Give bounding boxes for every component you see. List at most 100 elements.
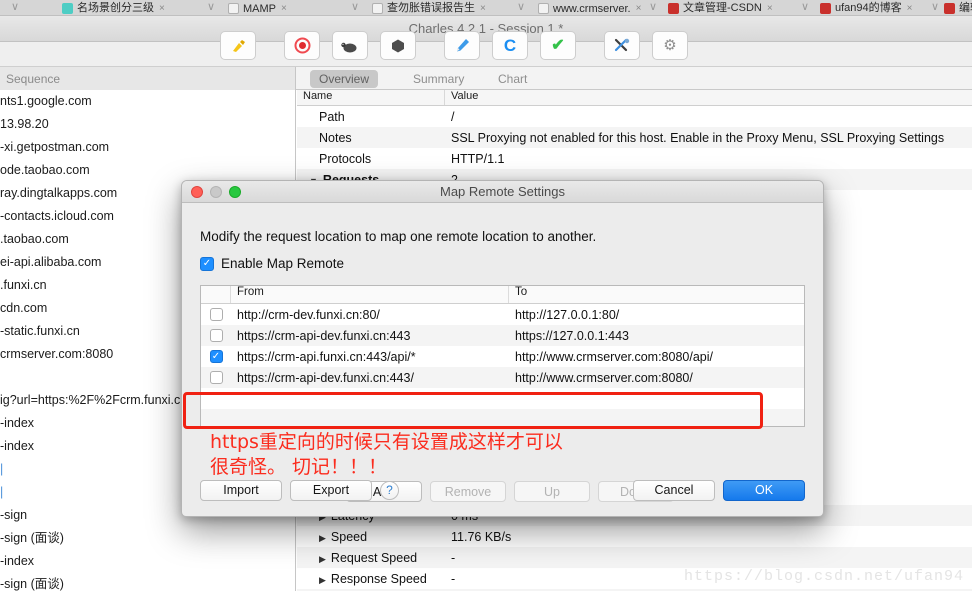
tab-overview[interactable]: Overview — [310, 70, 379, 88]
throttle-turtle-icon[interactable] — [332, 31, 368, 60]
enable-map-remote-row[interactable]: ✓ Enable Map Remote — [200, 256, 805, 271]
tab-separator: ∨ — [206, 1, 216, 13]
list-item[interactable]: 13.98.20 — [0, 113, 295, 136]
table-row[interactable]: Protocols HTTP/1.1 — [297, 148, 972, 169]
dialog-body: Modify the request location to map one r… — [182, 229, 823, 502]
row-checkbox-cell[interactable]: ✓ — [201, 350, 231, 363]
csdn-icon — [944, 3, 955, 14]
dialog-titlebar: Map Remote Settings — [182, 181, 823, 203]
close-icon[interactable]: × — [159, 3, 165, 14]
breakpoints-icon[interactable] — [380, 31, 416, 60]
enable-map-remote-checkbox[interactable]: ✓ — [200, 256, 214, 271]
footer-right-group: Cancel OK — [633, 479, 805, 501]
row-name: ▶ Response Speed — [297, 572, 445, 586]
row-checkbox-cell[interactable] — [201, 371, 231, 384]
table-row-empty[interactable] — [201, 388, 804, 409]
row-checkbox[interactable] — [209, 308, 223, 321]
row-checkbox-cell[interactable] — [201, 308, 231, 321]
tab-separator: ∨ — [800, 1, 810, 13]
footer-left-group: Import Export ? — [200, 479, 399, 501]
browser-tab-4[interactable]: 文章管理-CSDN × — [668, 0, 773, 15]
browser-tab-label: 名场景创分三级 — [77, 2, 154, 14]
tab-chart[interactable]: Chart — [489, 70, 536, 88]
browser-tab-6[interactable]: 编辑文章 — [944, 0, 972, 15]
table-row[interactable]: http://crm-dev.funxi.cn:80/ http://127.0… — [201, 304, 804, 325]
row-name: Notes — [319, 130, 352, 145]
tools-icon[interactable] — [604, 31, 640, 60]
dialog-description: Modify the request location to map one r… — [200, 229, 597, 244]
browser-tab-2[interactable]: 查勿胀错误报告生 × — [372, 0, 486, 15]
close-icon[interactable] — [191, 186, 203, 198]
disclosure-triangle-icon[interactable]: ▶ — [319, 575, 326, 586]
page-icon — [228, 3, 239, 14]
row-checkbox[interactable] — [209, 371, 223, 384]
browser-tab-0[interactable]: 名场景创分三级 × — [62, 0, 165, 15]
row-checkbox[interactable]: ✓ — [209, 350, 223, 363]
tab-separator: ∨ — [350, 1, 360, 13]
table-row[interactable]: ▶ Speed 11.76 KB/s — [297, 526, 972, 547]
close-icon[interactable]: × — [281, 3, 287, 14]
detail-table-header: Name Value — [297, 90, 972, 106]
record-icon[interactable] — [284, 31, 320, 60]
close-icon[interactable]: × — [767, 3, 773, 14]
tab-separator: ∨ — [516, 1, 526, 13]
row-to: http://www.crmserver.com:8080/ — [515, 370, 693, 385]
browser-tab-label: MAMP — [243, 3, 276, 15]
column-header-to: To — [515, 286, 528, 298]
table-row[interactable]: Path / — [297, 106, 972, 127]
column-header-from: From — [231, 286, 509, 303]
table-row[interactable]: ▶ Request Speed - — [297, 547, 972, 568]
list-item[interactable]: ode.taobao.com — [0, 159, 295, 182]
browser-tab-label: www.crmserver. — [553, 3, 631, 15]
list-item[interactable]: nts1.google.com — [0, 90, 295, 113]
row-checkbox[interactable] — [209, 329, 223, 342]
table-row[interactable]: https://crm-api-dev.funxi.cn:443/ http:/… — [201, 367, 804, 388]
clear-broom-icon[interactable] — [220, 31, 256, 60]
enable-map-remote-label: Enable Map Remote — [221, 256, 345, 271]
tab-summary[interactable]: Summary — [404, 70, 473, 88]
close-icon[interactable]: × — [636, 3, 642, 14]
map-remote-table[interactable]: From To http://crm-dev.funxi.cn:80/ http… — [200, 285, 805, 427]
row-name-text: Speed — [330, 529, 368, 544]
validate-check-icon[interactable]: ✔ — [540, 31, 576, 60]
table-row-empty[interactable] — [201, 409, 804, 426]
row-from: http://crm-dev.funxi.cn:80/ — [237, 307, 380, 322]
browser-tab-3[interactable]: www.crmserver. × — [538, 0, 642, 15]
detail-bottom-rows: ▶Latency 0 ms ▶Speed 11.76 KB/s ▶Request… — [297, 505, 972, 591]
ok-button[interactable]: OK — [723, 479, 805, 501]
table-row[interactable]: https://crm-api-dev.funxi.cn:443 https:/… — [201, 325, 804, 346]
list-item[interactable]: -sign (面谈) — [0, 527, 295, 550]
table-row[interactable]: ▶ Response Speed - — [297, 568, 972, 589]
compose-pen-icon[interactable] — [444, 31, 480, 60]
tab-separator: ∨ — [648, 1, 658, 13]
map-table-header: From To — [201, 286, 804, 304]
disclosure-triangle-icon[interactable]: ▶ — [319, 554, 326, 565]
table-row-selected[interactable]: ✓ https://crm-api.funxi.cn:443/api/* htt… — [201, 346, 804, 367]
help-button[interactable]: ? — [380, 480, 399, 500]
row-name-text: Response Speed — [330, 571, 427, 586]
minimize-icon[interactable] — [210, 186, 222, 198]
repeat-reload-icon[interactable]: C — [492, 31, 528, 60]
repeat-glyph: C — [503, 36, 517, 55]
disclosure-triangle-icon[interactable]: ▶ — [319, 533, 326, 544]
row-value: / — [451, 109, 455, 124]
dialog-footer: Import Export ? Cancel OK — [182, 464, 823, 516]
close-icon[interactable]: × — [907, 3, 913, 14]
import-button[interactable]: Import — [200, 479, 282, 501]
gear-glyph: ⚙ — [663, 37, 677, 54]
list-item[interactable]: -xi.getpostman.com — [0, 136, 295, 159]
table-row[interactable]: Notes SSL Proxying not enabled for this … — [297, 127, 972, 148]
browser-tab-5[interactable]: ufan94的博客 × — [820, 0, 913, 15]
settings-gear-icon[interactable]: ⚙ — [652, 31, 688, 60]
export-button[interactable]: Export — [290, 479, 372, 501]
cancel-button[interactable]: Cancel — [633, 479, 715, 501]
browser-tabstrip: ∨ 名场景创分三级 × ∨ MAMP × ∨ 查勿胀错误报告生 × ∨ www.… — [0, 0, 972, 16]
row-checkbox-cell[interactable] — [201, 329, 231, 342]
close-icon[interactable]: × — [480, 3, 486, 14]
maximize-icon[interactable] — [229, 186, 241, 198]
browser-tab-1[interactable]: MAMP × — [228, 0, 287, 15]
row-to: http://www.crmserver.com:8080/api/ — [515, 349, 713, 364]
row-value: - — [451, 571, 456, 586]
list-item[interactable]: -index — [0, 550, 295, 573]
list-item[interactable]: -sign (面谈) — [0, 573, 295, 591]
